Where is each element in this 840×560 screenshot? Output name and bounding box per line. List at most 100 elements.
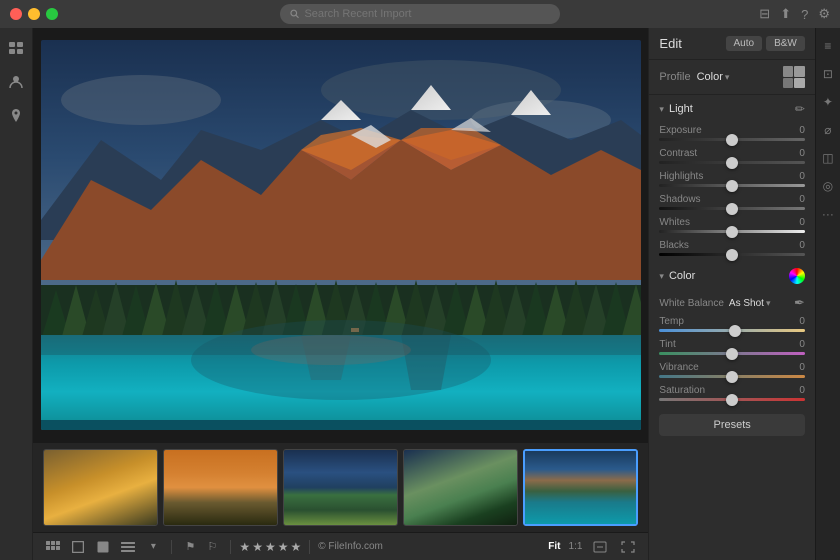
shadows-thumb[interactable]: [726, 203, 738, 215]
exposure-thumb[interactable]: [726, 134, 738, 146]
saturation-slider[interactable]: [659, 398, 804, 401]
edit-header: Edit Auto B&W: [649, 28, 814, 60]
whites-thumb[interactable]: [726, 226, 738, 238]
right-panel: Edit Auto B&W Profile Color ▾: [648, 28, 814, 560]
shadows-slider[interactable]: [659, 207, 804, 210]
blacks-thumb[interactable]: [726, 249, 738, 261]
filmstrip-thumb-4[interactable]: [403, 449, 518, 526]
exposure-label: Exposure: [659, 125, 701, 136]
highlights-thumb[interactable]: [726, 180, 738, 192]
maximize-button[interactable]: [46, 8, 58, 20]
fit-label[interactable]: Fit: [548, 541, 560, 552]
tint-thumb[interactable]: [726, 348, 738, 360]
search-input[interactable]: [304, 8, 550, 20]
search-icon: [290, 9, 299, 19]
tint-slider-row: Tint 0: [649, 337, 814, 360]
left-sidebar: [0, 28, 33, 560]
filmstrip-thumb-2[interactable]: [163, 449, 278, 526]
tint-value: 0: [799, 339, 805, 350]
profile-value[interactable]: Color ▾: [697, 71, 730, 83]
chevron-down-icon[interactable]: ▾: [143, 539, 163, 555]
temp-slider[interactable]: [659, 329, 804, 332]
highlights-label: Highlights: [659, 171, 703, 182]
filmstrip-thumb-1[interactable]: [43, 449, 158, 526]
list-view-icon[interactable]: [118, 539, 138, 555]
sidebar-item-people[interactable]: [4, 70, 28, 94]
copyright-text: © FileInfo.com: [318, 541, 383, 552]
whites-value: 0: [799, 217, 805, 228]
contrast-slider[interactable]: [659, 161, 804, 164]
square-view-icon[interactable]: [68, 539, 88, 555]
panel-brush-icon[interactable]: ⌀: [818, 120, 838, 140]
zoom-icon[interactable]: [590, 539, 610, 555]
separator-1: [171, 540, 172, 554]
sidebar-item-library[interactable]: [4, 36, 28, 60]
minimize-button[interactable]: [28, 8, 40, 20]
saturation-label: Saturation: [659, 385, 705, 396]
bw-button[interactable]: B&W: [766, 36, 805, 51]
vibrance-thumb[interactable]: [726, 371, 738, 383]
flag2-icon[interactable]: ⚐: [202, 539, 222, 555]
main-layout: ▾ ⚑ ⚐ ★ ★ ★ ★ ★ © FileInfo.com Fit 1:1: [0, 28, 840, 560]
flag-icons: ⚑ ⚐: [180, 539, 222, 555]
sidebar-item-map[interactable]: [4, 104, 28, 128]
white-balance-value[interactable]: As Shot ▾: [729, 298, 771, 309]
presets-button[interactable]: Presets: [659, 414, 804, 436]
view-icons: ▾: [43, 539, 163, 555]
panel-redeye-icon[interactable]: ◎: [818, 176, 838, 196]
single-view-icon[interactable]: [93, 539, 113, 555]
filmstrip: [33, 442, 648, 532]
light-chevron-icon: ▾: [659, 104, 664, 115]
edit-buttons: Auto B&W: [726, 36, 805, 51]
whites-slider[interactable]: [659, 230, 804, 233]
color-section-header[interactable]: ▾ Color: [649, 261, 814, 291]
contrast-value: 0: [799, 148, 805, 159]
panel-adjust-icon[interactable]: ≡: [818, 36, 838, 56]
rating-stars[interactable]: ★ ★ ★ ★ ★: [239, 540, 301, 554]
panel-gradient-icon[interactable]: ◫: [818, 148, 838, 168]
fullscreen-icon[interactable]: [618, 539, 638, 555]
color-target-icon[interactable]: [789, 268, 805, 284]
panel-more-icon[interactable]: ···: [818, 204, 838, 224]
light-section-title: Light: [669, 103, 693, 115]
grid-view-icon[interactable]: [43, 539, 63, 555]
highlights-slider[interactable]: [659, 184, 804, 187]
eyedropper-icon[interactable]: ✒: [794, 295, 805, 311]
library-icon: [8, 41, 24, 55]
profile-grid-icon[interactable]: [783, 66, 805, 88]
filmstrip-thumb-5[interactable]: [523, 449, 638, 526]
search-bar[interactable]: [280, 4, 560, 24]
flag-icon[interactable]: ⚑: [180, 539, 200, 555]
temp-thumb[interactable]: [729, 325, 741, 337]
star-3[interactable]: ★: [265, 540, 276, 554]
help-icon[interactable]: ?: [801, 7, 808, 22]
auto-button[interactable]: Auto: [726, 36, 763, 51]
exposure-slider[interactable]: [659, 138, 804, 141]
light-edit-icon[interactable]: ✏: [795, 102, 805, 116]
star-4[interactable]: ★: [278, 540, 289, 554]
close-button[interactable]: [10, 8, 22, 20]
contrast-thumb[interactable]: [726, 157, 738, 169]
bottom-bar: ▾ ⚑ ⚐ ★ ★ ★ ★ ★ © FileInfo.com Fit 1:1: [33, 532, 648, 560]
star-1[interactable]: ★: [239, 540, 250, 554]
exposure-slider-row: Exposure 0: [649, 123, 814, 146]
settings-icon[interactable]: ⚙: [818, 6, 830, 22]
vibrance-slider[interactable]: [659, 375, 804, 378]
panel-crop-icon[interactable]: ⊡: [818, 64, 838, 84]
shadows-slider-row: Shadows 0: [649, 192, 814, 215]
share-icon[interactable]: ⬆: [780, 6, 791, 22]
traffic-lights: [10, 8, 58, 20]
main-image: [41, 40, 641, 430]
filter-icon[interactable]: ⊟: [759, 6, 770, 22]
star-5[interactable]: ★: [290, 540, 301, 554]
center-panel: ▾ ⚑ ⚐ ★ ★ ★ ★ ★ © FileInfo.com Fit 1:1: [33, 28, 648, 560]
far-right-panel: ≡ ⊡ ✦ ⌀ ◫ ◎ ···: [815, 28, 840, 560]
filmstrip-thumb-3[interactable]: [283, 449, 398, 526]
tint-slider[interactable]: [659, 352, 804, 355]
light-section-header[interactable]: ▾ Light ✏: [649, 95, 814, 123]
panel-healing-icon[interactable]: ✦: [818, 92, 838, 112]
blacks-slider[interactable]: [659, 253, 804, 256]
profile-label: Profile: [659, 71, 690, 83]
star-2[interactable]: ★: [252, 540, 263, 554]
saturation-thumb[interactable]: [726, 394, 738, 406]
